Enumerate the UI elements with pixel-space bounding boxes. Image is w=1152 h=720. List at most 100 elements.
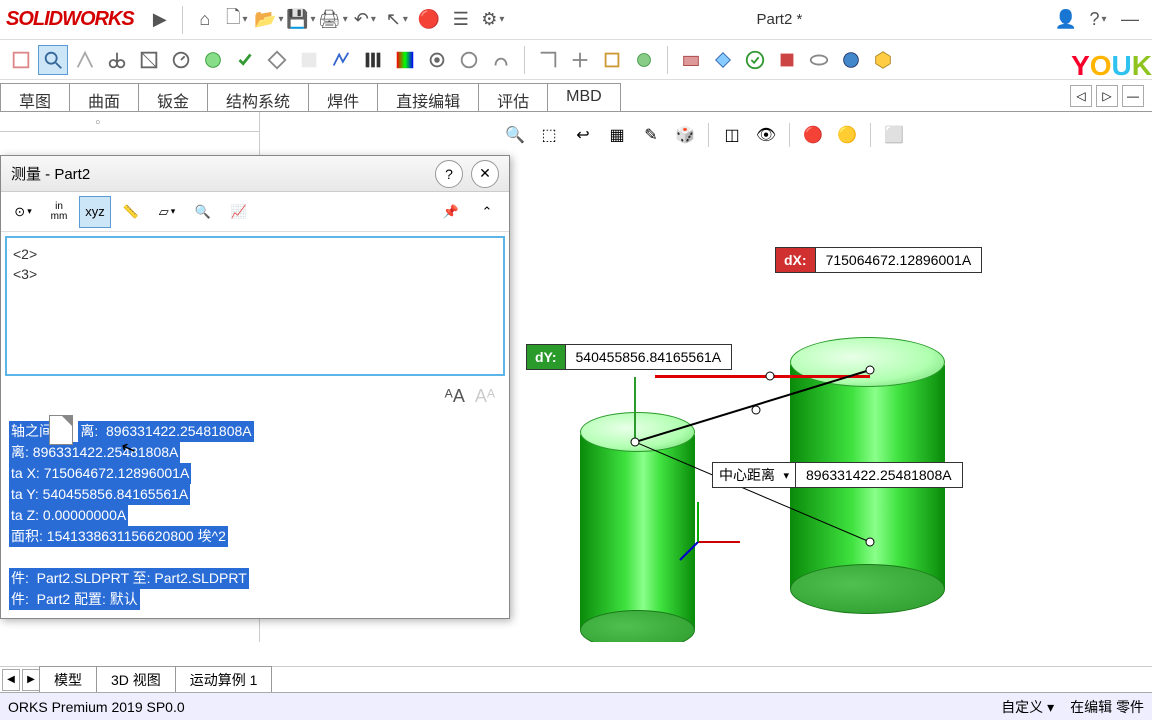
tool-icon[interactable] (836, 45, 866, 75)
tab-mbd[interactable]: MBD (547, 83, 621, 111)
tab-3dview[interactable]: 3D 视图 (96, 666, 176, 694)
viewport-settings-icon[interactable]: ⬜ (879, 120, 909, 150)
pin-icon[interactable]: 📌 (435, 196, 467, 228)
ruler-icon[interactable]: 📏 (115, 196, 147, 228)
open-icon[interactable]: 📂 (255, 6, 283, 34)
measure-tool-icon[interactable] (38, 45, 68, 75)
tool-icon[interactable]: ✎ (636, 120, 666, 150)
dialog-title: 测量 - Part2 (11, 163, 90, 184)
distance-type-select[interactable]: 中心距离 (713, 463, 795, 487)
dialog-titlebar[interactable]: 测量 - Part2 ? ✕ (1, 156, 509, 192)
settings-icon[interactable]: ⚙ (479, 6, 507, 34)
status-custom[interactable]: 自定义 ▾ (1001, 697, 1054, 717)
help-button[interactable]: ? (435, 160, 463, 188)
tool-icon[interactable] (70, 45, 100, 75)
tab-sketch[interactable]: 草图 (0, 83, 70, 111)
tab-motion[interactable]: 运动算例 1 (175, 666, 273, 694)
options-list-icon[interactable]: ☰ (447, 6, 475, 34)
tool-icon[interactable] (772, 45, 802, 75)
nav-minimize-icon[interactable]: — (1122, 85, 1144, 107)
status-mode: 在编辑 零件 (1070, 697, 1144, 717)
rebuild-icon[interactable]: 🔴 (415, 6, 443, 34)
prev-view-icon[interactable]: ↩ (568, 120, 598, 150)
user-icon[interactable]: 👤 (1052, 6, 1080, 34)
list-item[interactable]: <2> (13, 244, 497, 264)
section-view-icon[interactable]: ▦ (602, 120, 632, 150)
play-icon[interactable]: ▶ (146, 6, 174, 34)
close-button[interactable]: ✕ (471, 160, 499, 188)
hide-show-icon[interactable]: 👁 (751, 120, 781, 150)
tab-nav-prev[interactable]: ◀ (2, 669, 20, 691)
history-icon[interactable]: 📈 (223, 196, 255, 228)
geometry-analysis-icon[interactable] (326, 45, 356, 75)
projected-on-icon[interactable]: 🔍 (187, 196, 219, 228)
check-icon[interactable] (230, 45, 260, 75)
home-icon[interactable]: ⌂ (191, 6, 219, 34)
tab-model[interactable]: 模型 (39, 666, 97, 694)
zoom-fit-icon[interactable]: 🔍 (500, 120, 530, 150)
tab-surface[interactable]: 曲面 (69, 83, 139, 111)
xyz-option-icon[interactable]: xyz (79, 196, 111, 228)
tool-icon[interactable] (804, 45, 834, 75)
minimize-icon[interactable]: — (1116, 6, 1144, 34)
tab-weldment[interactable]: 焊件 (308, 83, 378, 111)
display-style-icon[interactable]: ◫ (717, 120, 747, 150)
tool-icon[interactable] (565, 45, 595, 75)
check-entity-icon[interactable] (740, 45, 770, 75)
callout-center-dist: 中心距离 896331422.25481808A (712, 462, 963, 488)
callout-dx-value: 715064672.12896001A (816, 248, 982, 272)
watermark: YOUK (1071, 50, 1152, 82)
help-icon[interactable]: ? (1084, 6, 1112, 34)
view-orient-icon[interactable]: 🎲 (670, 120, 700, 150)
select-icon[interactable]: ↖ (383, 6, 411, 34)
new-doc-icon[interactable]: 🗋 (223, 6, 251, 34)
tool-icon[interactable] (454, 45, 484, 75)
tree-header (0, 112, 259, 132)
document-title: Part2 * (756, 11, 802, 28)
tab-directedit[interactable]: 直接编辑 (377, 83, 479, 111)
nav-next-icon[interactable]: ▷ (1096, 85, 1118, 107)
zoom-area-icon[interactable]: ⬚ (534, 120, 564, 150)
scene-icon[interactable]: 🟡 (832, 120, 862, 150)
collapse-icon[interactable]: ⌃ (471, 196, 503, 228)
dialog-toolbar: ⊙ inmm xyz 📏 ▱ 🔍 📈 📌 ⌃ (1, 192, 509, 232)
tool-icon[interactable] (629, 45, 659, 75)
bottom-tabs: ◀ ▶ 模型 3D 视图 运动算例 1 (0, 666, 1152, 692)
tab-structure[interactable]: 结构系统 (207, 83, 309, 111)
tab-sheetmetal[interactable]: 钣金 (138, 83, 208, 111)
measure-dialog: 测量 - Part2 ? ✕ ⊙ inmm xyz 📏 ▱ 🔍 📈 📌 ⌃ <2… (0, 155, 510, 619)
nav-prev-icon[interactable]: ◁ (1070, 85, 1092, 107)
tool-icon[interactable] (294, 45, 324, 75)
save-icon[interactable]: 💾 (287, 6, 315, 34)
sensor-icon[interactable] (166, 45, 196, 75)
units-button[interactable]: inmm (43, 196, 75, 228)
font-decrease-button[interactable]: Aᴬ (475, 386, 495, 407)
section-props-icon[interactable] (134, 45, 164, 75)
tool-icon[interactable] (708, 45, 738, 75)
tool-icon[interactable] (262, 45, 292, 75)
print-icon[interactable]: 🖨 (319, 6, 347, 34)
callout-dy: dY: 540455856.84165561A (526, 344, 732, 370)
status-version: ORKS Premium 2019 SP0.0 (8, 699, 185, 715)
selection-list[interactable]: <2> <3> (5, 236, 505, 376)
tool-icon[interactable] (868, 45, 898, 75)
tool-icon[interactable] (486, 45, 516, 75)
tab-evaluate[interactable]: 评估 (478, 83, 548, 111)
point-option-icon[interactable]: ▱ (151, 196, 183, 228)
tool-icon[interactable] (597, 45, 627, 75)
curvature-icon[interactable] (390, 45, 420, 75)
font-increase-button[interactable]: ᴬA (445, 386, 465, 407)
undo-icon[interactable]: ↶ (351, 6, 379, 34)
mass-props-icon[interactable] (102, 45, 132, 75)
appearance-icon[interactable]: 🔴 (798, 120, 828, 150)
arc-circle-option-icon[interactable]: ⊙ (7, 196, 39, 228)
tool-icon[interactable] (533, 45, 563, 75)
tool-icon[interactable] (422, 45, 452, 75)
measure-results[interactable]: ↖ 轴之间 离: 896331422.25481808A 离: 89633142… (1, 413, 509, 618)
list-item[interactable]: <3> (13, 264, 497, 284)
tool-icon[interactable] (676, 45, 706, 75)
tool-icon[interactable] (198, 45, 228, 75)
tool-icon[interactable] (6, 45, 36, 75)
tab-nav-next[interactable]: ▶ (22, 669, 40, 691)
zebra-stripes-icon[interactable] (358, 45, 388, 75)
